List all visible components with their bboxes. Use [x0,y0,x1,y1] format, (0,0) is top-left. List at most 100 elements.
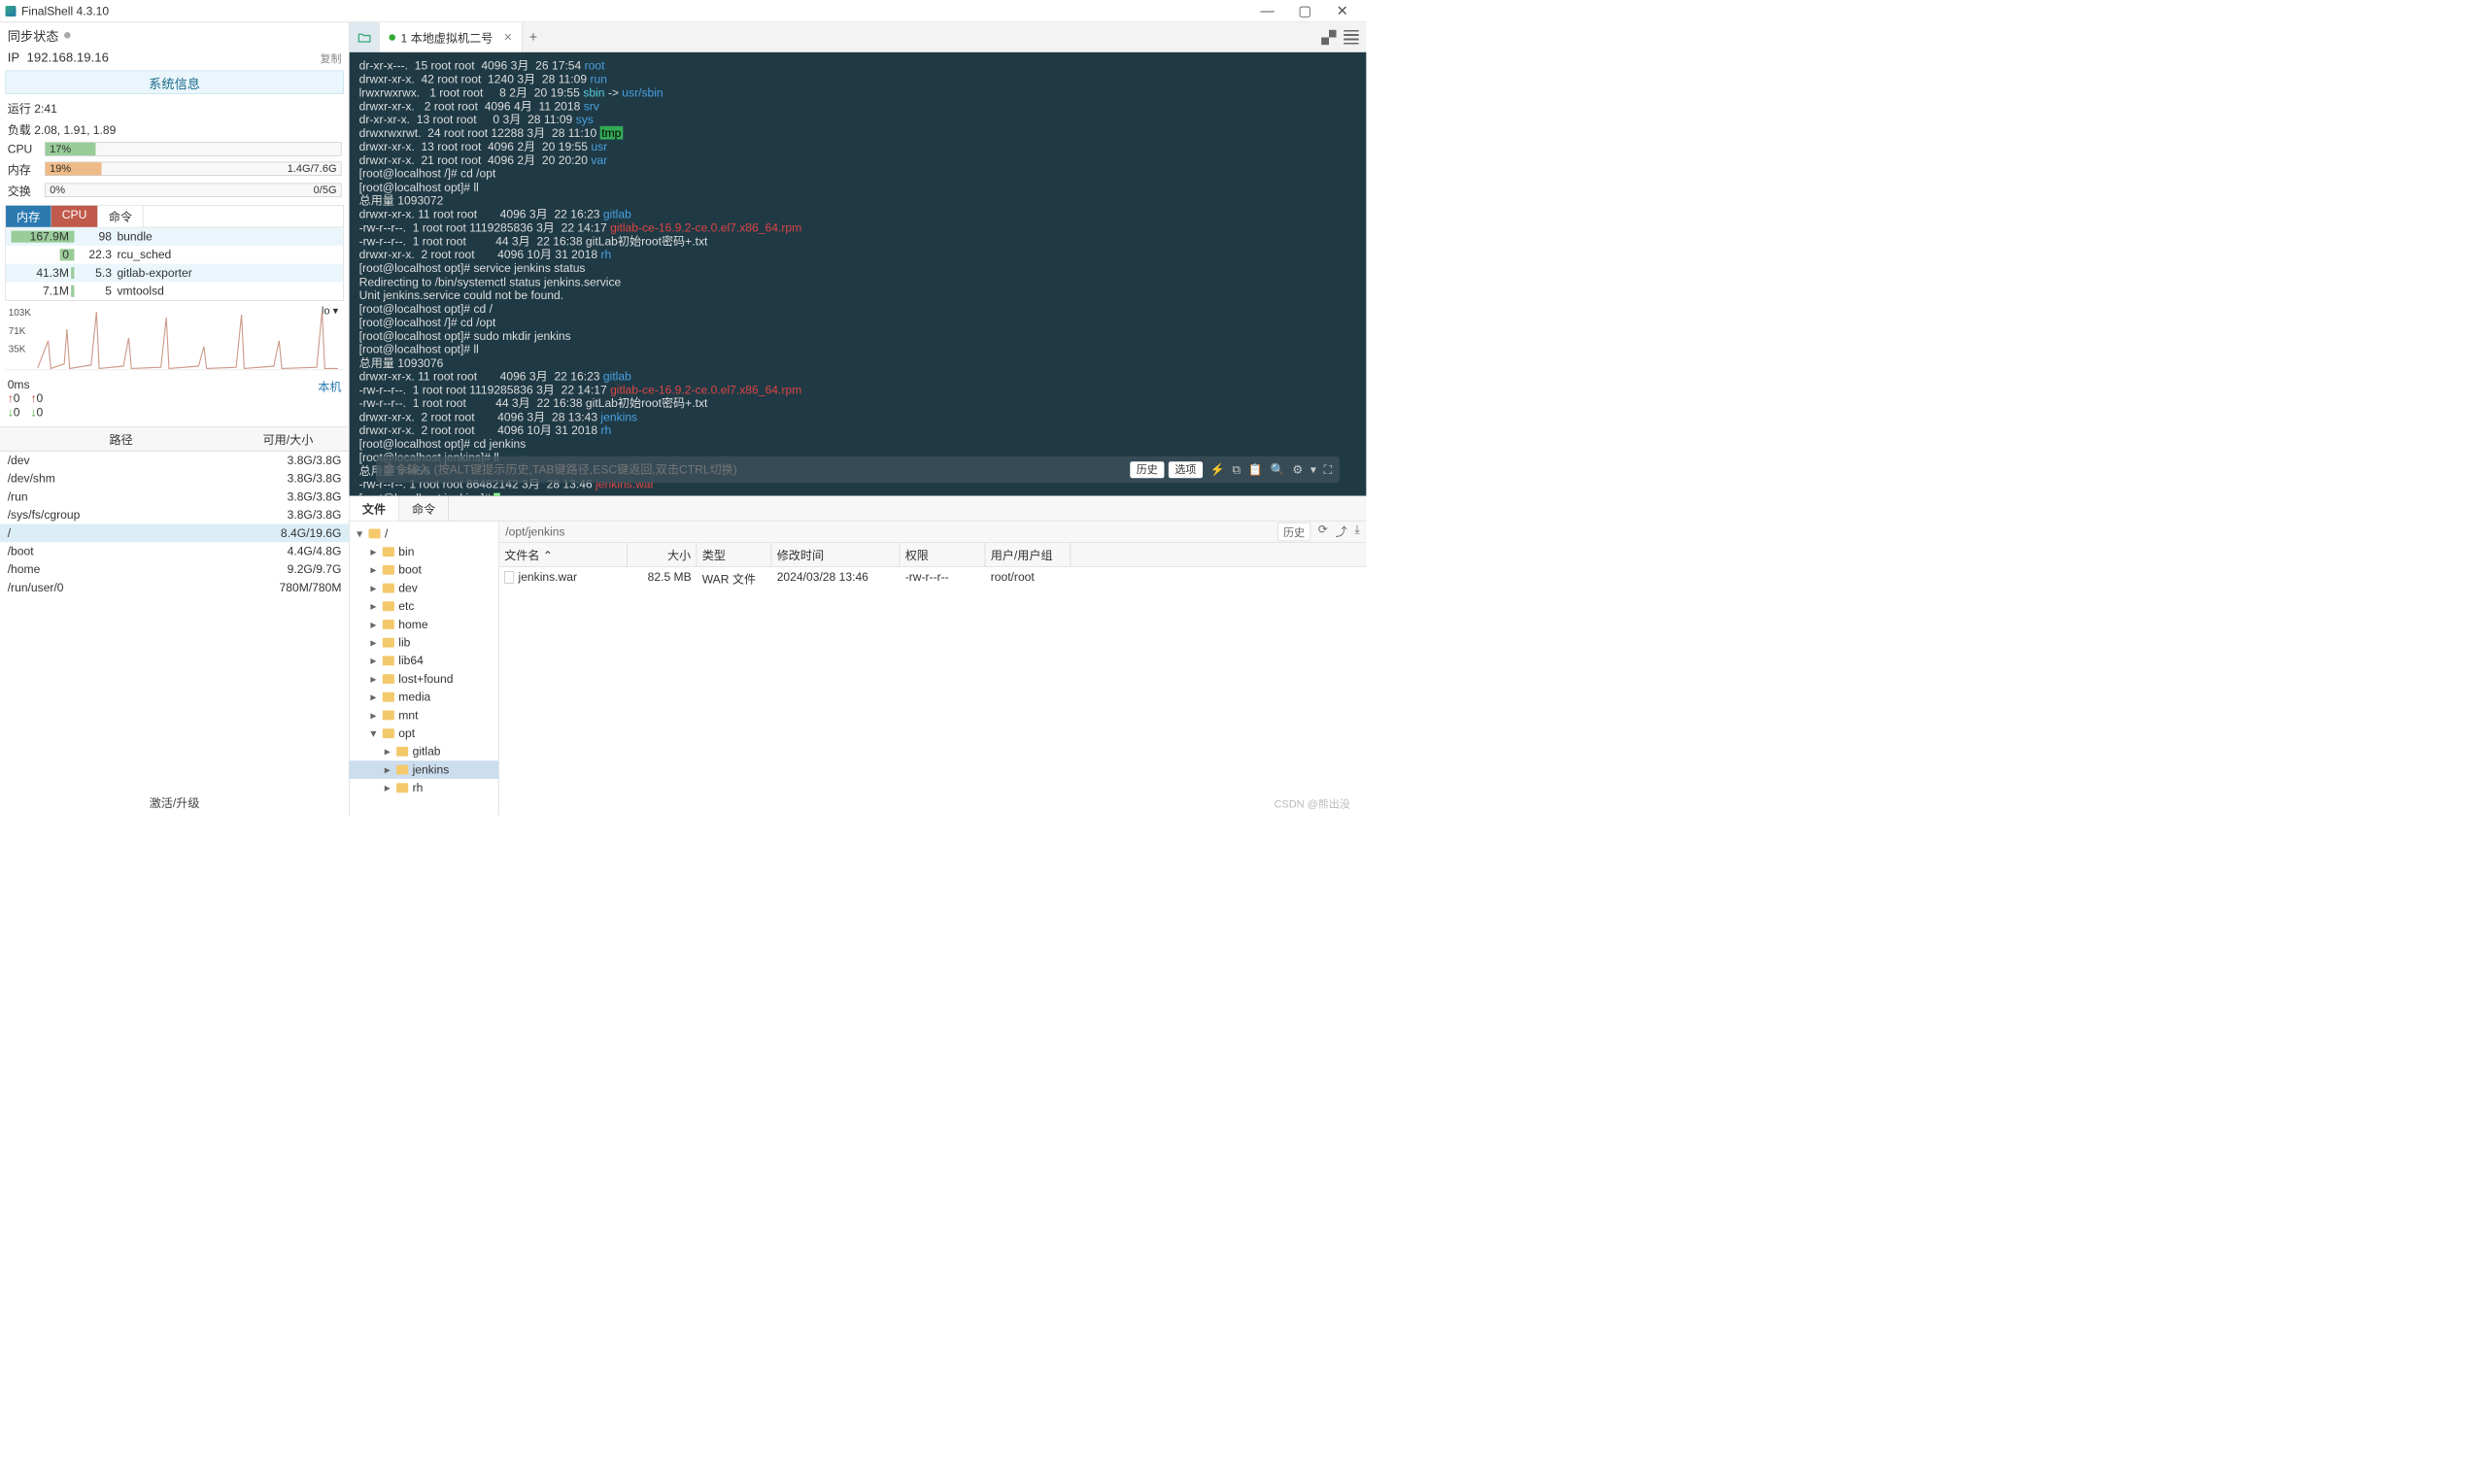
right-panel: 1 本地虚拟机二号 ✕ + dr-xr-x---. 15 root root 4… [350,22,1367,816]
fs-row[interactable]: /run/user/0780M/780M [0,579,349,597]
file-list-header: 文件名 ⌃ 大小 类型 修改时间 权限 用户/用户组 [499,543,1367,567]
file-browser: ▾/▸bin▸boot▸dev▸etc▸home▸lib▸lib64▸lost+… [350,522,1367,817]
tree-node[interactable]: ▸jenkins [350,760,498,779]
swap-meter: 交换 0%0/5G [0,180,349,201]
tree-node[interactable]: ▾opt [350,725,498,743]
close-tab-icon[interactable]: ✕ [503,30,512,44]
net-local: 本机 [318,378,341,395]
command-input[interactable] [384,462,1126,476]
tree-node[interactable]: ▾/ [350,524,498,543]
tab-mem[interactable]: 内存 [6,206,51,227]
sync-label: 同步状态 [8,25,59,44]
tab-cpu[interactable]: CPU [51,206,98,227]
refresh-icon[interactable]: ⟳ [1318,523,1328,541]
grid-view-icon[interactable] [1321,30,1336,45]
net-stats: 0ms本机 00 00 [8,378,342,420]
close-button[interactable]: ✕ [1323,3,1361,19]
tab-cmd[interactable]: 命令 [98,206,144,227]
tree-node[interactable]: ▸media [350,688,498,706]
fs-row[interactable]: /boot4.4G/4.8G [0,542,349,560]
session-tab[interactable]: 1 本地虚拟机二号 ✕ [380,22,523,51]
tree-node[interactable]: ▸gitlab [350,743,498,761]
net-up1: 0 [8,391,20,405]
sync-dot-icon [64,32,71,39]
app-icon [6,6,17,17]
col-perm[interactable]: 权限 [900,543,985,566]
paste-icon[interactable]: 📋 [1248,462,1263,476]
minimize-button[interactable]: — [1248,3,1286,19]
download-icon[interactable]: ⤓ [1354,523,1359,541]
new-tab-button[interactable]: + [523,22,544,51]
tree-node[interactable]: ▸boot [350,561,498,580]
net-sparkline: lo ▾ 103K 71K 35K [6,306,344,370]
history-button[interactable]: 历史 [1130,461,1164,478]
file-row[interactable]: jenkins.war82.5 MBWAR 文件2024/03/28 13:46… [499,567,1367,590]
status-dot-icon [389,34,395,41]
gear-icon[interactable]: ⚙ [1292,462,1303,476]
activate-link[interactable]: 激活/升级 [0,789,349,817]
fullscreen-icon[interactable]: ⛶ [1324,462,1332,476]
cpu-pct: 17% [46,143,71,155]
net-up2: 0 [30,391,43,405]
tree-node[interactable]: ▸etc [350,597,498,616]
tree-node[interactable]: ▸lost+found [350,670,498,689]
copy-icon[interactable]: ⧉ [1232,462,1241,476]
fs-row[interactable]: /run3.8G/3.8G [0,488,349,506]
cpu-meter: CPU 17% [0,140,349,158]
tree-node[interactable]: ▸bin [350,543,498,561]
cmd-tab[interactable]: 命令 [399,496,449,521]
titlebar: FinalShell 4.3.10 — ▢ ✕ [0,0,1366,22]
fs-row[interactable]: /home9.2G/9.7G [0,560,349,579]
net-dn1: 0 [8,405,20,419]
col-name[interactable]: 文件名 ⌃ [499,543,628,566]
mem-text: 1.4G/7.6G [288,162,341,175]
fs-row[interactable]: /dev3.8G/3.8G [0,452,349,470]
uptime-text: 运行 2:41 [0,97,349,118]
filesystem-table: 路径可用/大小 /dev3.8G/3.8G/dev/shm3.8G/3.8G/r… [0,426,349,596]
session-tab-label: 1 本地虚拟机二号 [401,28,493,46]
mem-label: 内存 [8,160,46,178]
search-icon[interactable]: 🔍 [1271,462,1285,476]
ip-row: IP 192.168.19.16 复制 [0,48,349,67]
tree-node[interactable]: ▸home [350,616,498,634]
col-size[interactable]: 大小 [628,543,698,566]
copy-ip-button[interactable]: 复制 [320,50,341,65]
options-button[interactable]: 选项 [1169,461,1203,478]
fs-row[interactable]: /dev/shm3.8G/3.8G [0,469,349,488]
process-row[interactable]: 7.1M5vmtoolsd [6,282,343,300]
system-info-button[interactable]: 系统信息 [6,71,344,94]
open-folder-button[interactable] [350,22,380,51]
watermark: CSDN @熊出没 [1274,795,1349,811]
dropdown-icon[interactable]: ▾ [1310,462,1316,476]
bolt-icon[interactable]: ⚡ [1210,462,1225,476]
col-type[interactable]: 类型 [697,543,771,566]
fs-row[interactable]: /sys/fs/cgroup3.8G/3.8G [0,506,349,524]
tree-node[interactable]: ▸rh [350,779,498,797]
col-date[interactable]: 修改时间 [771,543,900,566]
spark-y2: 35K [9,344,26,355]
upload-icon[interactable]: ⤴ [1336,523,1347,541]
list-view-icon[interactable] [1344,30,1358,45]
process-row[interactable]: 022.3rcu_sched [6,246,343,264]
path-history-button[interactable]: 历史 [1277,523,1310,541]
mem-meter: 内存 19% 1.4G/7.6G [0,158,349,180]
tree-node[interactable]: ▸lib [350,633,498,652]
terminal-output[interactable]: dr-xr-x---. 15 root root 4096 3月 26 17:5… [350,52,1367,496]
process-row[interactable]: 41.3M5.3gitlab-exporter [6,264,343,283]
tree-node[interactable]: ▸dev [350,579,498,597]
maximize-button[interactable]: ▢ [1286,3,1324,19]
mem-pct: 19% [46,162,71,175]
tree-node[interactable]: ▸lib64 [350,652,498,670]
bottom-tabs: 文件 命令 [350,495,1367,521]
fs-row[interactable]: /8.4G/19.6G [0,524,349,543]
swap-pct: 0% [46,184,65,196]
fs-head-size: 可用/大小 [234,430,341,448]
col-own[interactable]: 用户/用户组 [985,543,1071,566]
process-row[interactable]: 167.9M98bundle [6,227,343,246]
file-tab[interactable]: 文件 [350,496,399,521]
monitor-tabs: 内存 CPU 命令 [6,205,344,227]
left-panel: 同步状态 IP 192.168.19.16 复制 系统信息 运行 2:41 负载… [0,22,350,816]
current-path: /opt/jenkins [505,524,564,538]
tree-node[interactable]: ▸mnt [350,706,498,725]
directory-tree[interactable]: ▾/▸bin▸boot▸dev▸etc▸home▸lib▸lib64▸lost+… [350,522,499,817]
